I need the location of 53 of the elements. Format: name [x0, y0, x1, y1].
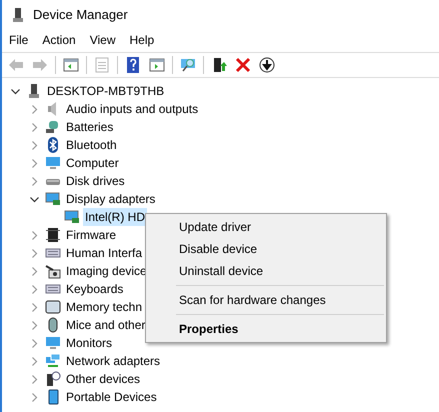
help-icon: [125, 57, 141, 73]
tree-item[interactable]: Display adapters: [64, 190, 158, 208]
unknown-device-icon: [45, 371, 61, 387]
display-adapter-icon: [45, 191, 61, 207]
monitor-icon: [45, 335, 61, 351]
properties-icon: [94, 57, 110, 73]
tree-item[interactable]: Other devices: [64, 370, 142, 388]
battery-icon: [45, 119, 61, 135]
back-arrow-icon: [8, 57, 24, 73]
forward-arrow-icon: [32, 57, 48, 73]
computer-icon: [26, 83, 42, 99]
pane-icon: [63, 57, 79, 73]
window-title: Device Manager: [33, 6, 128, 24]
tree-item[interactable]: Audio inputs and outputs: [64, 100, 200, 118]
tree-item[interactable]: Bluetooth: [64, 136, 119, 154]
computer-icon: [10, 6, 26, 22]
tree-item[interactable]: Batteries: [64, 118, 116, 136]
chip-icon: [45, 227, 61, 243]
menu-item[interactable]: Help: [130, 31, 154, 49]
menu-item[interactable]: File: [9, 31, 28, 49]
tree-item[interactable]: Imaging device: [64, 262, 149, 280]
chevron-down-icon[interactable]: [30, 194, 39, 204]
network-icon: [45, 353, 61, 369]
menu-item[interactable]: Scan for hardware changes: [146, 289, 386, 311]
tree-item[interactable]: Firmware: [64, 226, 118, 244]
menu-item[interactable]: Update driver: [146, 216, 386, 238]
update-driver-icon: [211, 57, 227, 73]
pane-icon: [149, 57, 165, 73]
download-icon: [259, 57, 275, 73]
menu-item[interactable]: View: [90, 31, 116, 49]
menu-item[interactable]: Action: [42, 31, 76, 49]
tree-item[interactable]: Mice and other: [64, 316, 148, 334]
display-adapter-icon: [64, 209, 80, 225]
tree-item[interactable]: Keyboards: [64, 280, 126, 298]
tree-item[interactable]: Memory techn: [64, 298, 144, 316]
tree-item[interactable]: DESKTOP-MBT9THB: [45, 82, 166, 100]
tree-item[interactable]: Computer: [64, 154, 121, 172]
tree-item[interactable]: Disk drives: [64, 172, 127, 190]
memory-icon: [45, 299, 61, 315]
monitor-icon: [45, 155, 61, 171]
menu-item[interactable]: Uninstall device: [146, 260, 386, 282]
chevron-down-icon[interactable]: [11, 86, 20, 96]
camera-icon: [45, 263, 61, 279]
menu-item[interactable]: Disable device: [146, 238, 386, 260]
monitor-search-icon: [180, 57, 196, 73]
tree-item[interactable]: Intel(R) HD: [83, 208, 148, 226]
menu-item[interactable]: Properties: [146, 318, 386, 340]
tree-item[interactable]: Monitors: [64, 334, 114, 352]
tree-item[interactable]: Portable Devices: [64, 388, 159, 406]
close-icon: [235, 57, 251, 73]
tree-item[interactable]: Human Interfa: [64, 244, 144, 262]
tree-item[interactable]: Network adapters: [64, 352, 162, 370]
bluetooth-icon: [45, 137, 61, 153]
